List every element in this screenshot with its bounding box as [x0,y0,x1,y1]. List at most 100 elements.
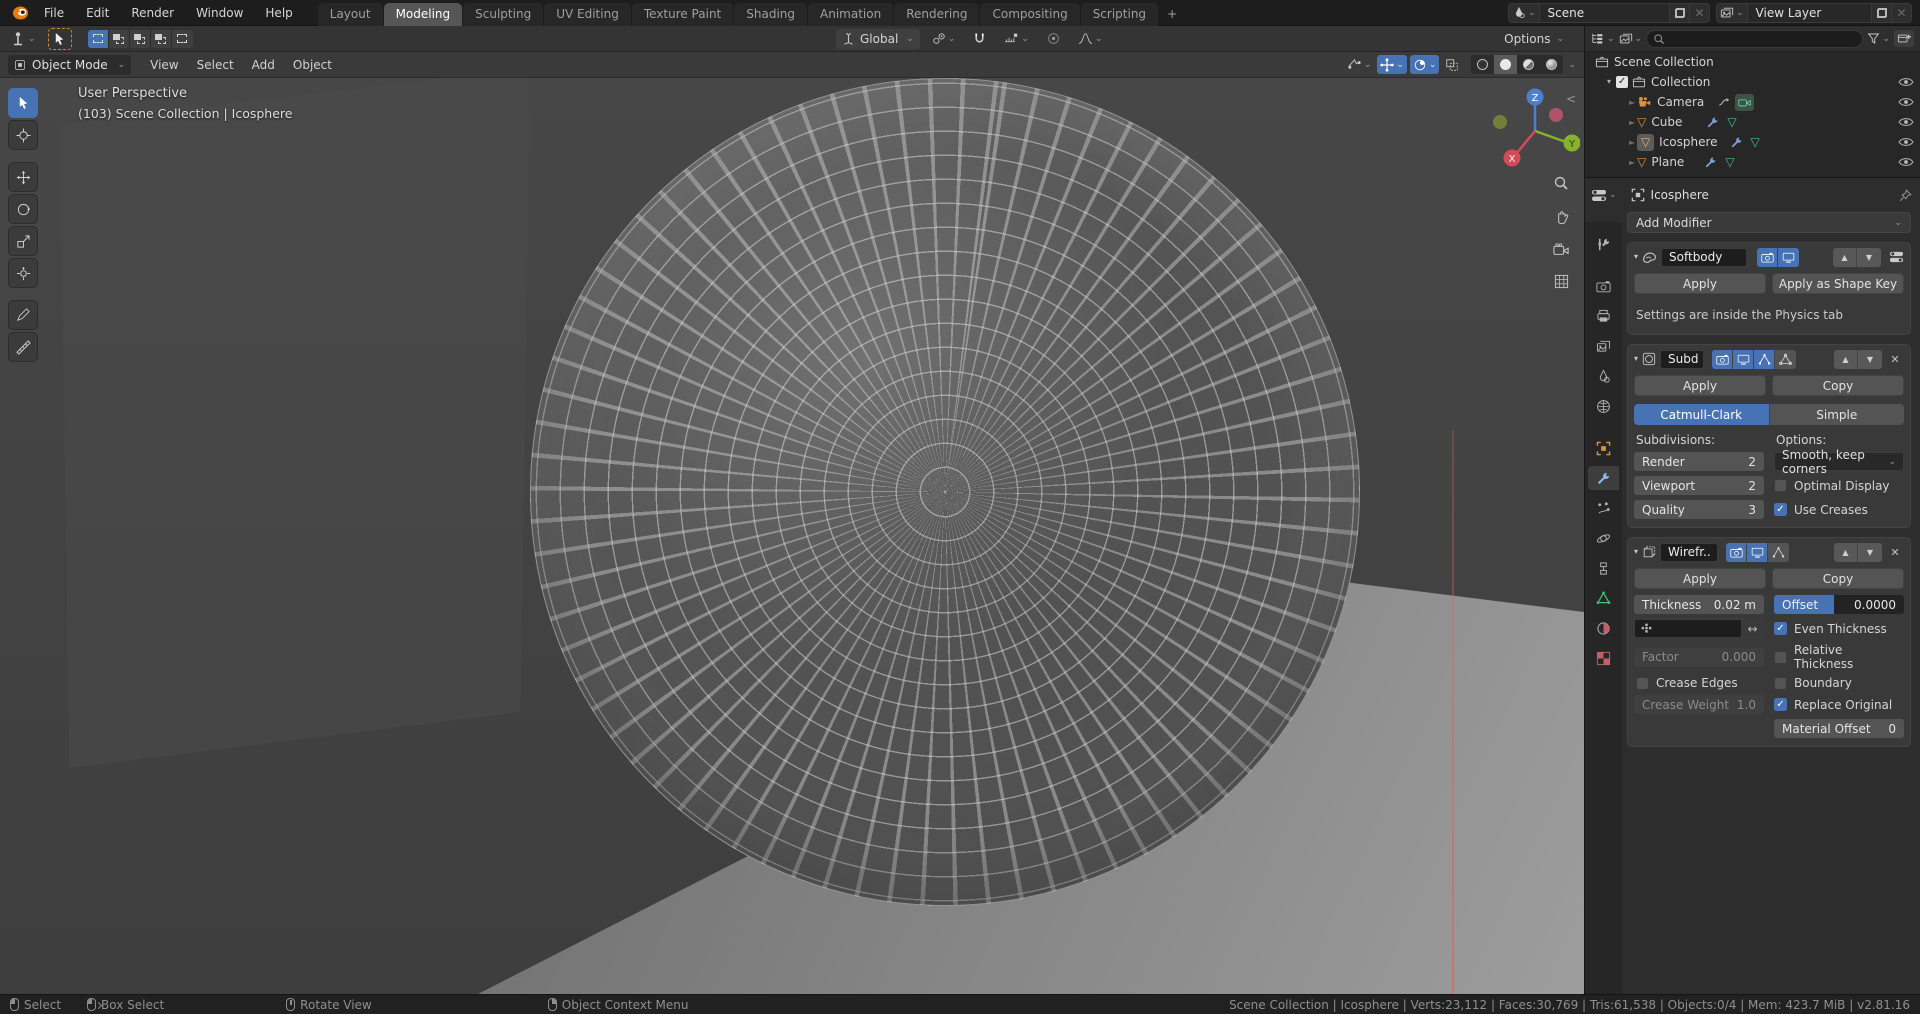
expand-icon[interactable]: ▾ [1634,253,1638,261]
tool-rotate[interactable] [8,194,38,224]
apply-as-shape-key-button[interactable]: Apply as Shape Key [1772,273,1904,294]
tab-sculpting[interactable]: Sculpting [463,2,544,26]
tab-physics[interactable] [1588,526,1619,550]
catmull-clark-button[interactable]: Catmull-Clark [1634,404,1770,425]
tab-layout[interactable]: Layout [317,2,383,26]
tool-scale[interactable] [8,226,38,256]
copy-button[interactable]: Copy [1772,568,1904,589]
disclosure-icon[interactable]: ▾ [1607,78,1611,86]
render-toggle[interactable] [1757,247,1779,267]
show-overlays-toggle[interactable]: ⌄ [1409,55,1440,74]
simple-button[interactable]: Simple [1769,404,1904,425]
apply-button[interactable]: Apply [1634,375,1766,396]
offset-slider[interactable]: Offset 0.0000 [1774,595,1904,614]
tab-shading[interactable]: Shading [734,2,807,26]
editmode-toggle[interactable] [1754,349,1776,369]
zoom-control[interactable] [1548,170,1574,196]
remove-modifier-button[interactable]: ✕ [1886,353,1904,366]
outliner-row-plane[interactable]: ► ▽ Plane ▽ [1585,152,1920,172]
viewport-3d[interactable]: User Perspective (103) Scene Collection … [0,78,1584,994]
filter-type-dropdown[interactable]: ⌄ [1619,32,1642,46]
show-gizmo-toggle[interactable]: ⌄ [1377,55,1407,74]
new-scene-button[interactable] [1669,3,1689,22]
crease-edges-checkbox-row[interactable]: Crease Edges [1634,676,1764,690]
viewport-subdivisions-field[interactable]: Viewport 2 [1634,476,1764,495]
options-dropdown[interactable]: Options ⌄ [1498,29,1570,49]
menu-edit[interactable]: Edit [75,6,120,20]
hide-toggle-eye-icon[interactable] [1898,96,1914,108]
boundary-checkbox-row[interactable]: Boundary [1774,676,1904,690]
shading-solid-button[interactable] [1494,55,1518,74]
tool-transform[interactable] [8,258,38,288]
shading-wireframe-button[interactable] [1471,55,1494,74]
tab-object[interactable] [1588,436,1619,460]
remove-view-layer-button[interactable]: ✕ [1891,3,1911,22]
mesh-data-icon[interactable]: ▽ [1725,156,1734,168]
select-mode-extend[interactable] [108,29,130,48]
hide-toggle-eye-icon[interactable] [1898,76,1914,88]
render-subdivisions-field[interactable]: Render 2 [1634,452,1764,471]
add-modifier-dropdown[interactable]: Add Modifier ⌄ [1627,212,1911,233]
checkbox-unchecked[interactable] [1774,479,1787,492]
mesh-data-icon[interactable]: ▽ [1751,136,1760,148]
expand-icon[interactable]: ▾ [1634,355,1638,363]
collapse-panel-arrow[interactable]: < [1566,92,1576,106]
modifier-name-field[interactable]: Subd [1660,349,1705,369]
snap-toggle[interactable] [967,29,992,49]
optimal-display-checkbox-row[interactable]: Optimal Display [1774,479,1904,493]
tab-render[interactable] [1588,274,1619,298]
move-up-button[interactable]: ▲ [1834,349,1858,369]
editor-type-button[interactable]: ⌄ [1591,188,1617,203]
checkbox-unchecked[interactable] [1774,676,1787,690]
modifier-wrench-icon[interactable] [1704,156,1717,169]
menu-object[interactable]: Object [284,58,341,72]
invert-vertex-group-button[interactable]: ↔ [1742,619,1764,638]
menu-help[interactable]: Help [254,6,303,20]
proportional-falloff-dropdown[interactable]: ⌄ [1072,29,1109,49]
modifier-wrench-icon[interactable] [1730,136,1743,149]
outliner-row-scene-collection[interactable]: Scene Collection [1585,52,1920,72]
even-thickness-checkbox-row[interactable]: ✓ Even Thickness [1774,622,1904,636]
tab-material[interactable] [1588,616,1619,640]
menu-file[interactable]: File [33,6,75,20]
shading-dropdown[interactable]: ⌄ [1568,60,1576,70]
blender-logo-icon[interactable] [10,5,29,21]
tool-annotate[interactable] [8,300,38,330]
oncage-toggle[interactable] [1775,349,1797,369]
shading-rendered-button[interactable] [1540,55,1563,74]
outliner-row-icosphere[interactable]: ► ▽ Icosphere ▽ [1585,132,1920,152]
crease-weight-field[interactable]: Crease Weight 1.0 [1634,695,1764,714]
browse-scene-button[interactable]: ⌄ [1509,3,1540,22]
object-visibility-dropdown[interactable]: ⌄ [1344,55,1375,74]
checkbox-unchecked[interactable] [1636,676,1649,690]
factor-field[interactable]: Factor 0.000 [1634,647,1764,667]
unlink-scene-button[interactable]: ✕ [1689,3,1709,22]
outliner-filter-dropdown[interactable]: ⌄ [1867,32,1890,45]
menu-window[interactable]: Window [185,6,254,20]
camera-view-control[interactable] [1548,236,1574,262]
select-mode-set[interactable] [87,29,109,48]
hide-toggle-eye-icon[interactable] [1898,116,1914,128]
display-mode-dropdown[interactable]: ⌄ [1591,32,1615,45]
view-layer-name[interactable]: View Layer [1748,6,1871,20]
tab-animation[interactable]: Animation [808,2,894,26]
checkbox-checked[interactable]: ✓ [1774,622,1787,635]
tab-texture[interactable] [1588,646,1619,670]
tab-world[interactable] [1588,394,1619,418]
modifier-name-field[interactable]: Wirefr.. [1660,542,1719,562]
tool-cursor[interactable] [8,120,38,150]
transform-orientation-dropdown[interactable]: Global ⌄ [836,28,920,49]
tab-view-layer[interactable] [1588,334,1619,358]
tab-constraints[interactable] [1588,556,1619,580]
shading-material-button[interactable] [1517,55,1540,74]
realtime-toggle[interactable] [1778,247,1800,267]
collection-checkbox[interactable]: ✓ [1616,76,1629,88]
outliner-search-input[interactable] [1646,29,1864,48]
pivot-point-dropdown[interactable]: ⌄ [926,29,962,49]
move-down-button[interactable]: ▼ [1858,349,1882,369]
add-workspace-button[interactable]: + [1159,3,1185,26]
expand-icon[interactable]: ▾ [1634,548,1638,556]
realtime-toggle[interactable] [1733,349,1755,369]
tab-rendering[interactable]: Rendering [894,2,980,26]
modifier-name-field[interactable]: Softbody [1661,247,1748,267]
